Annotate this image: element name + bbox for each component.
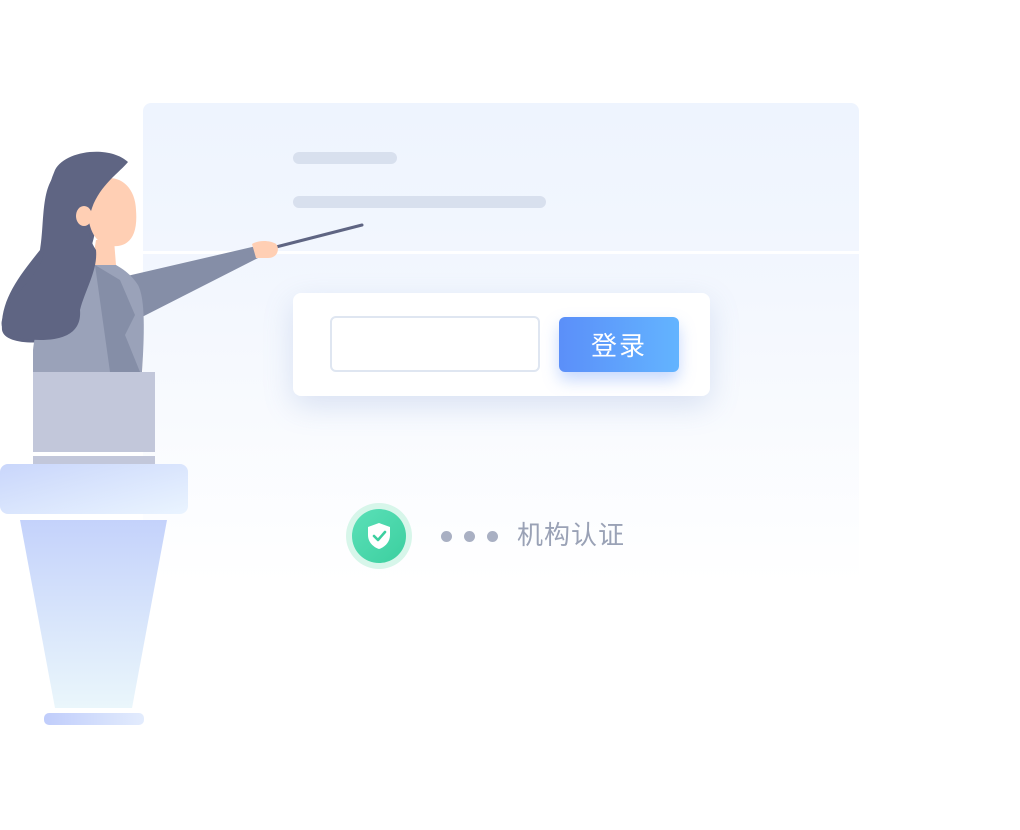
presenter-illustration	[0, 151, 364, 725]
podium-base	[44, 713, 144, 725]
ear	[76, 206, 92, 226]
dot	[441, 531, 452, 542]
podium-strip	[33, 456, 155, 464]
progress-dots	[441, 531, 498, 542]
page: 登录 机构认证	[0, 0, 1020, 830]
hand	[252, 241, 278, 258]
pointer-stick	[274, 223, 364, 249]
dot	[487, 531, 498, 542]
podium-block	[33, 372, 155, 452]
dot	[464, 531, 475, 542]
certification-label: 机构认证	[517, 521, 626, 551]
login-button[interactable]: 登录	[559, 317, 679, 372]
podium-desk	[0, 464, 188, 514]
podium-body	[20, 520, 167, 708]
